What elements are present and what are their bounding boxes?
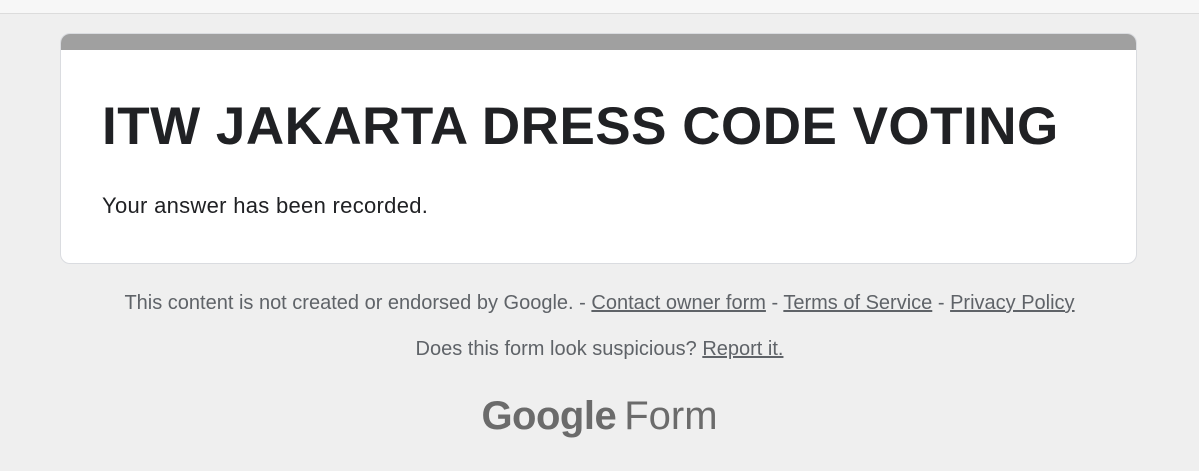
- form-wordmark: Form: [624, 394, 718, 438]
- confirmation-message: Your answer has been recorded.: [102, 193, 429, 218]
- google-wordmark: Google: [481, 394, 617, 438]
- disclaimer-text: This content is not created or endorsed …: [124, 292, 574, 314]
- google-forms-logo[interactable]: Google Form: [0, 396, 1199, 436]
- top-divider: [0, 0, 1199, 14]
- suspicious-text: Does this form look suspicious?: [415, 338, 697, 360]
- footer-disclaimer-line: This content is not created or endorsed …: [0, 293, 1199, 313]
- form-title: ITW JAKARTA DRESS CODE VOTING: [102, 97, 1059, 156]
- footer-report-line: Does this form look suspicious? Report i…: [0, 339, 1199, 359]
- contact-owner-link[interactable]: Contact owner form: [591, 292, 766, 314]
- terms-of-service-link[interactable]: Terms of Service: [783, 292, 932, 314]
- card-accent-bar: [61, 34, 1136, 50]
- separator: -: [937, 292, 945, 314]
- form-card: ITW JAKARTA DRESS CODE VOTING Your answe…: [60, 33, 1137, 264]
- separator: -: [579, 292, 586, 314]
- report-link[interactable]: Report it.: [702, 338, 783, 360]
- separator: -: [771, 292, 779, 314]
- privacy-policy-link[interactable]: Privacy Policy: [950, 292, 1074, 314]
